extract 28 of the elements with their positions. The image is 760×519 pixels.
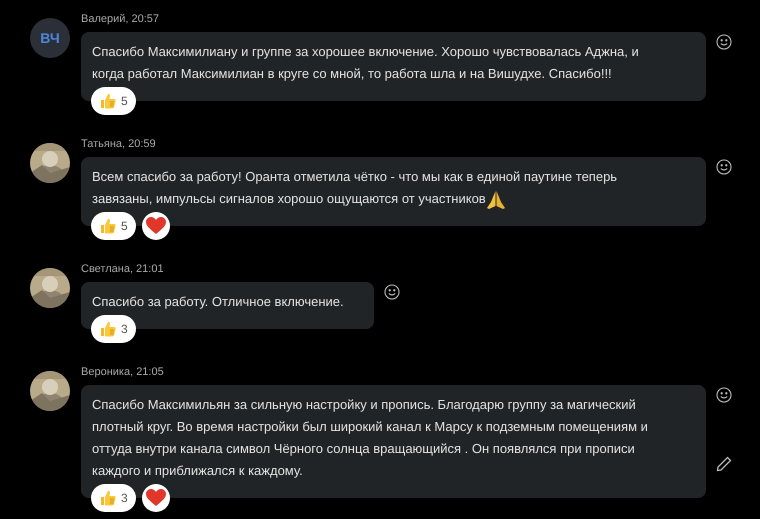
smiley-icon[interactable]: [716, 34, 732, 50]
reaction-count: 5: [121, 218, 128, 235]
heart-icon: [146, 489, 166, 507]
message-author-time: Светлана, 21:01: [81, 262, 165, 276]
pencil-icon[interactable]: [716, 456, 732, 472]
reaction-count: 3: [121, 321, 128, 338]
like-reaction[interactable]: 3: [91, 315, 136, 343]
message-author-time: Валерий, 20:57: [81, 12, 160, 26]
like-reaction[interactable]: 5: [91, 212, 136, 240]
smiley-icon[interactable]: [716, 387, 732, 403]
message-text: Спасибо Максимильян за сильную настройку и пропись. Благодарю группу за магический плотный круг. Во время настройки был широкий канал к Марсу к подземным помещениям и оттуда внутри канала символ Чёрного солнца вращающийся . Он появлялся при прописи каждого и приближался к каждому.: [92, 396, 649, 480]
like-reaction[interactable]: 5: [91, 87, 136, 115]
thumbs-up-icon: [99, 217, 117, 235]
message-author-time: Вероника, 21:05: [81, 365, 165, 379]
heart-icon: [146, 217, 166, 235]
thumbs-up-icon: [99, 489, 117, 507]
reaction-count: 3: [121, 490, 128, 507]
message-text: Всем спасибо за работу! Оранта отметила чётко - что мы как в единой паутине теперь завязаны, импульсы сигналов хорошо ощущаются от участников: [92, 166, 694, 210]
smiley-icon[interactable]: [716, 159, 732, 175]
thumbs-up-icon: [99, 92, 117, 110]
message-text: Спасибо за работу. Отличное включение.: [92, 293, 344, 311]
like-reaction[interactable]: 3: [91, 484, 136, 512]
avatar: ВЧ: [30, 18, 70, 58]
message-text: Спасибо Максимилиану и группе за хорошее включение. Хорошо чувствовалась Аджна, и когда работал Максимилиан в круге со мной, то работа шла и на Вишудхе. Спасибо!!!: [92, 43, 640, 83]
thumbs-up-icon: [99, 320, 117, 338]
smiley-icon[interactable]: [384, 284, 400, 300]
reaction-count: 5: [121, 93, 128, 110]
message-author-time: Татьяна, 20:59: [81, 137, 157, 151]
